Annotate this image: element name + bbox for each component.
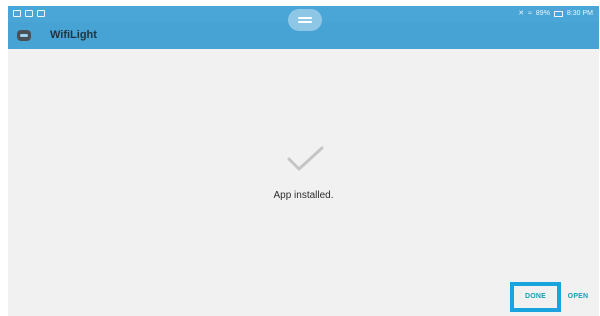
action-buttons: DONE OPEN <box>510 282 591 312</box>
notification-icon <box>37 10 45 17</box>
drag-handle[interactable] <box>288 9 322 31</box>
handle-line <box>298 21 312 23</box>
install-content: App installed. DONE OPEN <box>8 49 599 316</box>
check-icon <box>287 146 324 171</box>
status-indicators: ✕ ≈ 89% 8:30 PM <box>518 9 593 18</box>
battery-percent: 89% <box>535 10 550 17</box>
battery-icon <box>553 10 563 17</box>
handle-line <box>298 17 312 19</box>
notification-icon <box>13 10 21 17</box>
done-button[interactable]: DONE <box>510 282 561 312</box>
app-title: WifiLight <box>50 29 97 41</box>
screen: ✕ ≈ 89% 8:30 PM WifiLight App installed.… <box>8 6 599 316</box>
mute-icon: ✕ <box>518 10 525 17</box>
wifi-icon: ≈ <box>528 10 532 17</box>
app-launcher-icon <box>17 30 31 41</box>
notification-icons <box>13 10 45 17</box>
open-button[interactable]: OPEN <box>565 286 591 308</box>
clock: 8:30 PM <box>566 10 593 17</box>
install-message: App installed. <box>273 190 334 201</box>
notification-icon <box>25 10 33 17</box>
